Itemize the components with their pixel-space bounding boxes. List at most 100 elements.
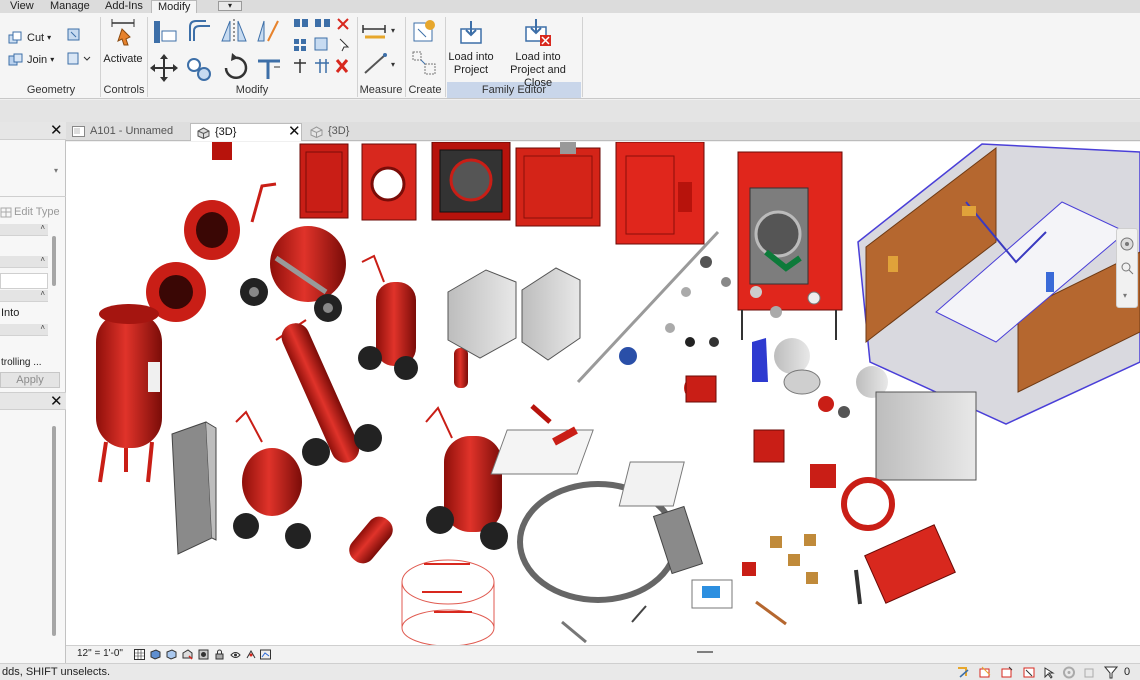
mirror-draw-axis-icon <box>257 20 279 42</box>
detail-level-icon[interactable] <box>134 649 145 660</box>
tab-view[interactable]: View <box>4 0 40 13</box>
temporary-hide-icon[interactable] <box>230 649 241 660</box>
steering-wheel-icon[interactable] <box>1120 237 1134 251</box>
cut-label: Cut <box>27 32 45 44</box>
array-icon <box>294 39 306 51</box>
load-into-project-icon <box>460 21 482 44</box>
load-into-project-button[interactable]: Load into Project <box>447 19 495 77</box>
controls-panel-title: Controls <box>103 84 145 96</box>
split-element-icon <box>294 19 308 27</box>
navigation-bar[interactable]: ▾ <box>1116 228 1138 308</box>
apply-button[interactable]: Apply <box>0 372 60 388</box>
property-field-into[interactable]: Into <box>0 306 48 322</box>
svg-text:▾: ▾ <box>391 60 395 69</box>
wall-joins-icon[interactable] <box>66 51 92 67</box>
filter-count: 0 <box>1124 666 1131 678</box>
background-processes-icon[interactable] <box>1062 666 1076 679</box>
collapse-chevron-icon: ˄ <box>40 255 45 264</box>
property-field-controlling[interactable]: trolling ... <box>0 356 48 372</box>
properties-close-icon[interactable]: ✕ <box>50 123 63 138</box>
reveal-hidden-icon[interactable] <box>246 649 257 660</box>
view-tab-label: {3D} <box>328 125 350 137</box>
edit-type-button[interactable]: Edit Type <box>0 206 60 218</box>
collapse-chevron-icon: ˄ <box>40 223 45 232</box>
unpin-icon <box>337 18 349 30</box>
aligned-dimension-icon[interactable]: ▾ <box>361 21 401 41</box>
portable-extinguisher <box>454 348 468 388</box>
modify-tools-icons[interactable] <box>150 17 356 83</box>
hose-reel-cabinet-large <box>431 142 511 221</box>
trolley-extinguisher-1 <box>358 254 418 380</box>
select-pinned-icon[interactable] <box>1000 666 1014 679</box>
tab-add-ins[interactable]: Add-Ins <box>99 0 149 13</box>
property-field-empty[interactable] <box>0 273 48 289</box>
lock-view-icon[interactable] <box>214 649 225 660</box>
drawing-area[interactable] <box>66 142 1140 645</box>
measure-distance-icon[interactable]: ▾ <box>361 51 401 77</box>
activate-button[interactable]: Activate <box>103 17 143 66</box>
select-links-icon[interactable] <box>956 666 970 679</box>
mirror-pick-axis-icon <box>221 19 247 43</box>
render-icon[interactable] <box>198 649 209 660</box>
create-similar-icon[interactable] <box>410 17 440 45</box>
trolley-extinguisher-2 <box>275 319 382 466</box>
panel-separator <box>445 17 446 97</box>
tab-manage[interactable]: Manage <box>44 0 96 13</box>
sun-path-icon[interactable] <box>166 649 177 660</box>
3d-view-icon <box>197 127 210 139</box>
split-gap-icon <box>315 19 330 27</box>
property-group-row[interactable]: ˄ <box>0 223 48 236</box>
select-by-face-icon[interactable] <box>1022 666 1036 679</box>
properties-scrollbar[interactable] <box>52 236 56 286</box>
navbar-dropdown-icon[interactable]: ▾ <box>1123 291 1127 300</box>
drag-elements-icon[interactable] <box>1042 666 1056 679</box>
view-scale[interactable]: 12" = 1'-0" <box>77 648 123 659</box>
load-into-project-close-button[interactable]: Load into Project and Close <box>495 19 581 90</box>
shadows-icon[interactable] <box>182 649 193 660</box>
type-selector-dropdown-icon[interactable]: ▾ <box>54 166 58 175</box>
zoom-icon[interactable] <box>1120 261 1134 275</box>
trim-single-icon <box>294 59 306 73</box>
quick-access-dropdown[interactable]: ▾ <box>218 1 242 11</box>
create-panel-title: Create <box>408 84 442 96</box>
sheet-view-icon <box>72 126 85 137</box>
view-tab-label: A101 - Unnamed <box>90 125 174 137</box>
cut-button[interactable]: Cut ▾ <box>8 29 51 47</box>
tab-modify[interactable]: Modify <box>151 0 198 13</box>
trolley-extinguisher-3 <box>233 410 311 549</box>
pipe-rail <box>576 230 720 384</box>
ribbon-tab-bar: View Manage Add-Ins Modify ▾ <box>0 0 1140 13</box>
project-browser-close-icon[interactable]: ✕ <box>50 394 63 409</box>
cabinet-fragment <box>560 142 576 154</box>
view-tab-3d-active[interactable]: {3D} <box>190 123 302 141</box>
canvas-scroll-indicator[interactable] <box>697 651 713 653</box>
visual-style-icon[interactable] <box>150 649 161 660</box>
join-button[interactable]: Join ▾ <box>8 51 54 69</box>
cut-icon <box>8 31 22 44</box>
status-bar: dds, SHIFT unselects. 0 <box>0 663 1140 680</box>
create-group-icon[interactable] <box>410 49 440 77</box>
post-column <box>171 421 217 555</box>
load-into-project-close-icon <box>525 19 551 46</box>
panel-separator <box>582 17 583 97</box>
property-group-row[interactable]: ˄ <box>0 289 48 302</box>
family-editor-panel-title: Family Editor <box>481 84 547 96</box>
activate-controls-icon <box>111 19 135 46</box>
3d-model-view[interactable] <box>66 142 1140 645</box>
filter-icon[interactable] <box>1104 666 1118 679</box>
view-tab-3d[interactable]: {3D} <box>304 123 414 141</box>
rotate-icon <box>224 53 248 80</box>
project-browser-scrollbar[interactable] <box>52 426 56 636</box>
divider <box>0 196 66 197</box>
3d-view-icon <box>310 126 323 138</box>
property-group-row[interactable]: ˄ <box>0 323 48 336</box>
analytical-model-icon[interactable] <box>260 649 271 660</box>
view-tab-a101[interactable]: A101 - Unnamed <box>66 123 188 141</box>
collapse-chevron-icon: ˄ <box>40 323 45 332</box>
select-underlay-icon[interactable] <box>978 666 992 679</box>
offset-icon <box>189 20 210 41</box>
switch-join-icon[interactable] <box>66 27 82 43</box>
editable-only-icon[interactable] <box>1082 666 1096 679</box>
property-group-row[interactable]: ˄ <box>0 255 48 268</box>
view-tab-close-icon[interactable]: ✕ <box>288 124 301 139</box>
